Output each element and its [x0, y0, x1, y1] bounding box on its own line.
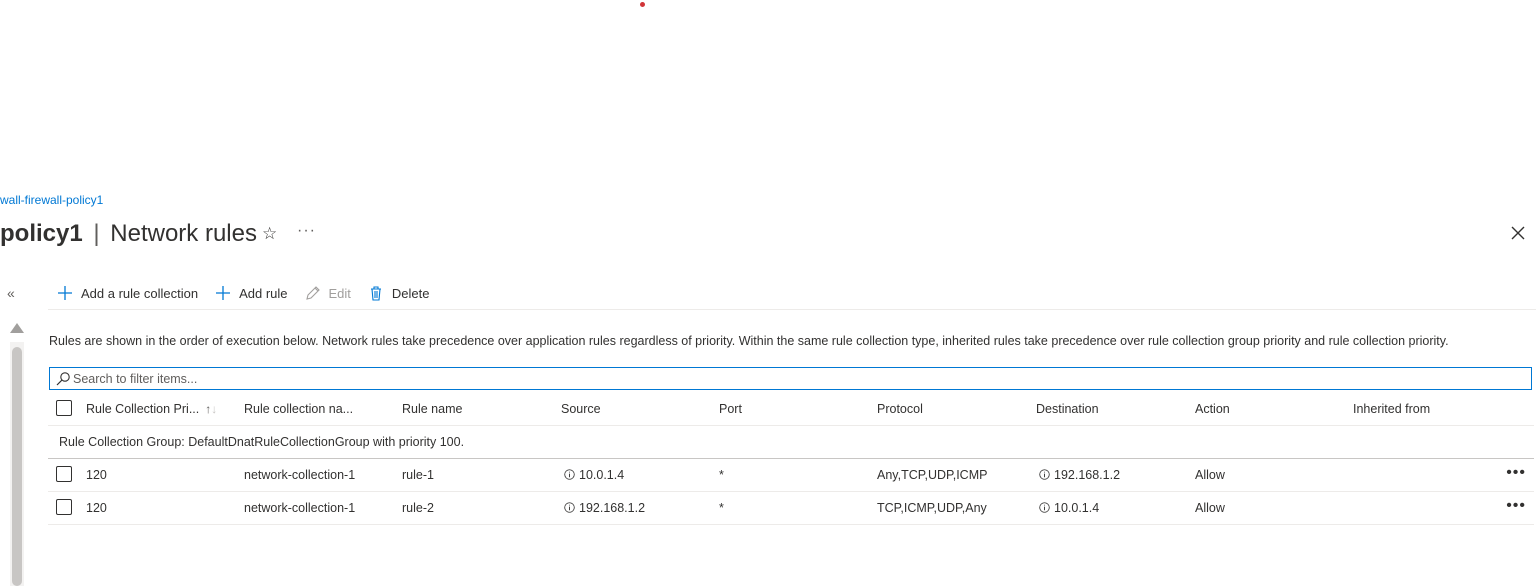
red-dot-marker	[640, 2, 645, 7]
info-icon	[564, 469, 575, 480]
page-title-section: Network rules	[110, 220, 257, 247]
cell-protocol: Any,TCP,UDP,ICMP	[877, 468, 988, 482]
plus-icon	[214, 284, 232, 302]
cell-destination-value: 10.0.1.4	[1054, 501, 1100, 515]
cell-source-value: 192.168.1.2	[579, 501, 646, 515]
info-icon	[1039, 469, 1050, 480]
cell-collection-name: network-collection-1	[244, 468, 356, 482]
page-title: policy1 | Network rules	[0, 218, 257, 250]
search-icon	[55, 371, 71, 387]
cell-rule-name: rule-1	[402, 468, 434, 482]
group-header-row[interactable]: Rule Collection Group: DefaultDnatRuleCo…	[48, 426, 1534, 459]
cell-protocol: TCP,ICMP,UDP,Any	[877, 501, 987, 515]
cell-source: 192.168.1.2	[564, 492, 645, 524]
select-all-checkbox[interactable]	[56, 400, 72, 416]
cell-rule-name: rule-2	[402, 501, 434, 515]
add-rule-button[interactable]: Add rule	[206, 278, 295, 308]
page-title-resource: policy1	[0, 220, 83, 247]
more-icon[interactable]: •••	[1506, 459, 1526, 491]
edit-button[interactable]: Edit	[296, 278, 359, 308]
cell-source-value: 10.0.1.4	[579, 468, 625, 482]
scrollbar-thumb[interactable]	[12, 347, 22, 586]
plus-icon	[56, 284, 74, 302]
add-rule-label: Add rule	[239, 285, 288, 301]
search-input[interactable]	[71, 369, 1531, 388]
cell-action: Allow	[1195, 468, 1225, 482]
cell-destination-value: 192.168.1.2	[1054, 468, 1121, 482]
divider	[48, 309, 1536, 310]
star-icon[interactable]: ☆	[262, 224, 277, 244]
info-icon	[564, 502, 575, 513]
scroll-up-arrow-icon[interactable]	[10, 323, 24, 333]
cell-source: 10.0.1.4	[564, 459, 624, 491]
cell-priority: 120	[86, 501, 107, 515]
grid-header-row: Rule Collection Pri... ↑↓ Rule collection…	[48, 393, 1534, 426]
row-checkbox[interactable]	[56, 499, 72, 515]
column-header-priority[interactable]: Rule Collection Pri... ↑↓	[86, 393, 217, 425]
row-checkbox[interactable]	[56, 466, 72, 482]
cell-collection-name: network-collection-1	[244, 501, 356, 515]
column-header-collection-name[interactable]: Rule collection na...	[244, 393, 353, 425]
cell-port: *	[719, 501, 724, 515]
double-chevron-left-icon[interactable]: «	[7, 285, 15, 301]
column-header-protocol[interactable]: Protocol	[877, 393, 923, 425]
cell-port: *	[719, 468, 724, 482]
column-header-inherited-from[interactable]: Inherited from	[1353, 393, 1430, 425]
more-icon[interactable]: •••	[1506, 492, 1526, 524]
edit-label: Edit	[328, 285, 351, 301]
delete-button[interactable]: Delete	[359, 278, 438, 308]
cell-action: Allow	[1195, 501, 1225, 515]
cell-priority: 120	[86, 468, 107, 482]
table-row[interactable]: 120 network-collection-1 rule-2 192.168.…	[48, 492, 1534, 525]
column-header-port[interactable]: Port	[719, 393, 742, 425]
page-title-separator: |	[93, 220, 100, 247]
group-label: Rule Collection Group: DefaultDnatRuleCo…	[59, 435, 465, 449]
column-header-action[interactable]: Action	[1195, 393, 1230, 425]
rules-grid: Rule Collection Pri... ↑↓ Rule collection…	[48, 393, 1534, 525]
close-icon[interactable]	[1509, 224, 1527, 242]
info-text: Rules are shown in the order of executio…	[49, 334, 1449, 348]
cell-destination: 10.0.1.4	[1039, 492, 1099, 524]
trash-icon	[367, 284, 385, 302]
pencil-icon	[304, 284, 322, 302]
sort-icon[interactable]: ↑↓	[205, 402, 217, 416]
add-rule-collection-button[interactable]: Add a rule collection	[48, 278, 206, 308]
column-header-source[interactable]: Source	[561, 393, 601, 425]
delete-label: Delete	[391, 285, 430, 301]
info-icon	[1039, 502, 1050, 513]
column-header-rule-name[interactable]: Rule name	[402, 393, 462, 425]
column-header-destination[interactable]: Destination	[1036, 393, 1099, 425]
more-icon[interactable]: ···	[297, 222, 316, 240]
command-bar: Add a rule collection Add rule Edit Dele…	[48, 278, 437, 308]
table-row[interactable]: 120 network-collection-1 rule-1 10.0.1.4…	[48, 459, 1534, 492]
column-header-priority-label: Rule Collection Pri...	[86, 402, 200, 416]
add-rule-collection-label: Add a rule collection	[81, 285, 199, 301]
breadcrumb[interactable]: wall-firewall-policy1	[0, 193, 103, 207]
cell-destination: 192.168.1.2	[1039, 459, 1120, 491]
search-box[interactable]	[49, 367, 1532, 390]
